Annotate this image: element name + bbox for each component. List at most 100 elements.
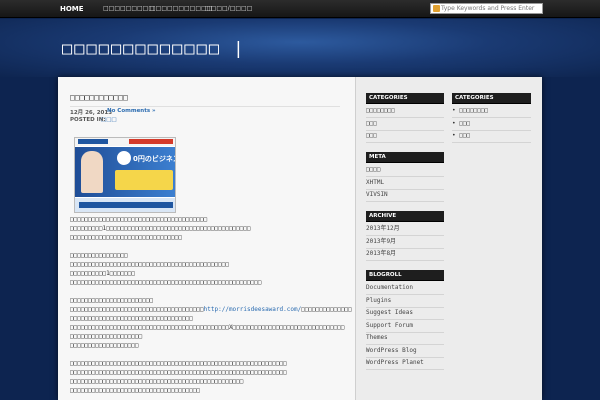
sidebar-link[interactable]: XHTML (366, 179, 384, 187)
sidebar-link-label: Plugins (366, 296, 392, 304)
sidebar-separator (366, 294, 444, 295)
categories-widget-title-right: CATEGORIES (452, 93, 531, 104)
sidebar-link[interactable]: Support Forum (366, 322, 413, 330)
post-category-link[interactable]: □□□ (101, 117, 117, 123)
sidebar-link-label: □□□ (366, 119, 377, 127)
ad-image[interactable]: 0円のビジネスホン (74, 137, 176, 213)
sidebar-separator (366, 319, 444, 320)
post-body-line: □□□□□□□□□□□□□□□□□□□□□□□□□□□□□□□□□□□□□□ (70, 216, 208, 223)
sidebar-link[interactable]: □□□□ (366, 166, 380, 174)
sidebar-link-label: □□□ (366, 132, 377, 139)
ad-contact-bar (79, 202, 173, 208)
sidebar-separator (452, 117, 531, 118)
nav-item-2[interactable]: □□□□□□□□□□□ (150, 0, 212, 18)
sidebar-link-label: XHTML (366, 178, 385, 186)
meta-widget-title: META (366, 152, 444, 163)
post-body-line: □□□□□□□□□□□□□□□□□□□□□□□□□□□□□□□□□□□□□□□□… (70, 360, 287, 367)
sidebar-link-label: □□□□□□□□ (366, 107, 395, 114)
post-body-line: □□□□□□□□□□□□□□□□ (70, 252, 128, 259)
sidebar-link-label: Suggest Ideas (366, 309, 413, 316)
site-title[interactable]: □□□□□□□□□□□□□ | (62, 39, 246, 59)
ad-headline: 0円のビジネスホン (133, 155, 175, 163)
categories-widget-title: CATEGORIES (366, 93, 444, 104)
search-box[interactable] (430, 3, 543, 14)
sidebar-separator (452, 129, 531, 131)
post-body-line: □□□□□□□□□□□□□□□□□□□□□□□□□□□□□□□□□□□□□□□□… (70, 378, 244, 385)
post-body-line: □□□□□□□□□□□□□□□□□□□□□□□□□□□□□□□□□□□□□□□□… (70, 279, 262, 286)
sidebar-separator (366, 129, 444, 131)
sidebar-link-label: WordPress Planet (366, 359, 424, 366)
ad-logo (78, 139, 108, 144)
sidebar-link-label: □□□□□□□□ (459, 107, 489, 114)
sidebar-link[interactable]: Plugins (366, 297, 391, 305)
sidebar-link-label: Documentation (366, 284, 413, 291)
sidebar: CATEGORIES □□□□□□□□ □□□ □□□ META □□□□ XHTML… (355, 77, 542, 400)
post-body-link-line: □□□□□□□□□□□□□□□□□□□□□□□□□□□□□□□□□□□□□htt… (70, 306, 352, 314)
sidebar-separator (366, 356, 444, 358)
sidebar-link-label: □□□ (459, 119, 471, 127)
sidebar-link-label: 2013年8月 (366, 250, 397, 257)
sidebar-link-label: □□□□ (366, 166, 381, 173)
sidebar-link-label: WordPress Blog (366, 346, 417, 354)
sidebar-link[interactable]: Documentation (366, 284, 413, 292)
post-body-line: □□□□□□□□□□□□□□□□□□□□□□□□□□□□□□□□□□□□□□□□… (70, 324, 345, 331)
post-body-line: □□□□□□□□□□□□□□□□□□□□□□□□□□□□□□□□□□□□□□□□… (70, 369, 287, 376)
post-body-line: □□□□□□□□□□□□□□□□□□□□□□□ (70, 297, 154, 304)
sidebar-link[interactable]: • □□□ (452, 120, 470, 128)
blogroll-widget-title: BLOGROLL (366, 270, 444, 281)
post-date: 12月 26, 2013 (70, 110, 113, 116)
post-title[interactable]: □□□□□□□□□□□□ (70, 93, 128, 102)
sidebar-link-label: 2013年9月 (366, 237, 397, 245)
sidebar-separator (366, 117, 444, 118)
sidebar-link[interactable]: □□□ (366, 132, 377, 140)
archive-widget-title: ARCHIVE (366, 211, 444, 222)
sidebar-separator (366, 235, 444, 236)
sidebar-link[interactable]: □□□ (366, 120, 377, 128)
sidebar-link-label: Themes (366, 334, 388, 341)
link-suffix-text: □□□□□□□□□□□□□□ (301, 306, 352, 313)
search-icon (433, 5, 440, 12)
sidebar-link[interactable]: WordPress Planet (366, 359, 424, 367)
sidebar-separator (366, 176, 444, 177)
sidebar-link[interactable]: Suggest Ideas (366, 309, 413, 317)
post-body-line: □□□□□□□□□□□□□□□□□□□□□□□□□□□□□□□□□□ (70, 315, 193, 322)
sidebar-link[interactable]: VIVSIN (366, 191, 388, 199)
search-input[interactable] (441, 4, 541, 13)
post-comments-link[interactable]: No Comments » (107, 108, 156, 114)
sidebar-separator (366, 369, 444, 370)
sidebar-separator (452, 142, 531, 143)
sidebar-link[interactable]: 2013年8月 (366, 250, 396, 258)
post-body-line: □□□□□□□□□1□□□□□□□□□□□□□□□□□□□□□□□□□□□□□□… (70, 225, 251, 232)
sidebar-separator (366, 260, 444, 261)
ad-person-image (81, 151, 103, 193)
sidebar-link-label: □□□ (459, 132, 471, 139)
sidebar-separator (366, 331, 444, 333)
ad-yellow-panel (115, 170, 173, 190)
post-body-line: □□□□□□□□□□□□□□□□□□□□□□□□□□□□□□□□□□□□ (70, 387, 201, 394)
post-body-line: □□□□□□□□□□□□□□□□□□□□ (70, 333, 143, 340)
main-container: □□□□□□□□□□□□ 12月 26, 2013 No Comments » … (58, 77, 542, 400)
post-body-line: □□□□□□□□□□□□□□□□□□□□□□□□□□□□□□□ (70, 234, 182, 241)
sidebar-separator (366, 201, 444, 202)
nav-home[interactable]: HOME (60, 0, 84, 18)
sidebar-link-label: Support Forum (366, 321, 413, 329)
sidebar-separator (366, 188, 444, 190)
sidebar-separator (366, 247, 444, 249)
sidebar-link[interactable]: 2013年9月 (366, 238, 396, 246)
sidebar-link-label: VIVSIN (366, 191, 388, 198)
post-body-line: □□□□□□□□□□□□□□□□□□□ (70, 342, 139, 349)
sidebar-link[interactable]: • □□□□□□□□ (452, 107, 488, 115)
sidebar-link[interactable]: □□□□□□□□ (366, 107, 395, 115)
sidebar-link-label: 2013年12月 (366, 225, 400, 232)
sidebar-separator (366, 142, 444, 143)
post-external-link[interactable]: http://morrisdeesaward.com/ (204, 306, 302, 313)
sidebar-link[interactable]: • □□□ (452, 132, 470, 140)
sidebar-link[interactable]: 2013年12月 (366, 225, 400, 233)
ad-phone-banner (129, 139, 173, 144)
sidebar-separator (366, 344, 444, 345)
nav-item-3[interactable]: □□□□/□□□□ (205, 0, 252, 18)
post-body-line: □□□□□□□□□□□□□□□□□□□□□□□□□□□□□□□□□□□□□□□□… (70, 261, 229, 268)
nav-item-1[interactable]: □□□□□□□□□ (103, 0, 154, 18)
sidebar-link[interactable]: Themes (366, 334, 388, 342)
sidebar-link[interactable]: WordPress Blog (366, 347, 417, 355)
